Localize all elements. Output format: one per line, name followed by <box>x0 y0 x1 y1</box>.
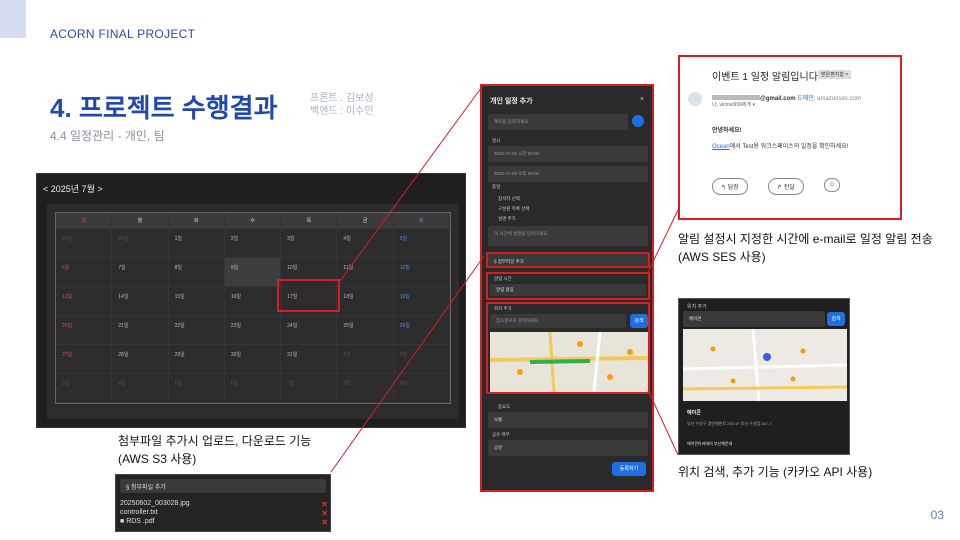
connector-line-email <box>647 209 679 273</box>
connector-lines <box>330 83 679 473</box>
connector-line-calendar <box>339 83 485 282</box>
connector-line-attach <box>330 255 485 473</box>
connector-line-place <box>647 389 679 456</box>
page-number: 03 <box>930 508 944 522</box>
